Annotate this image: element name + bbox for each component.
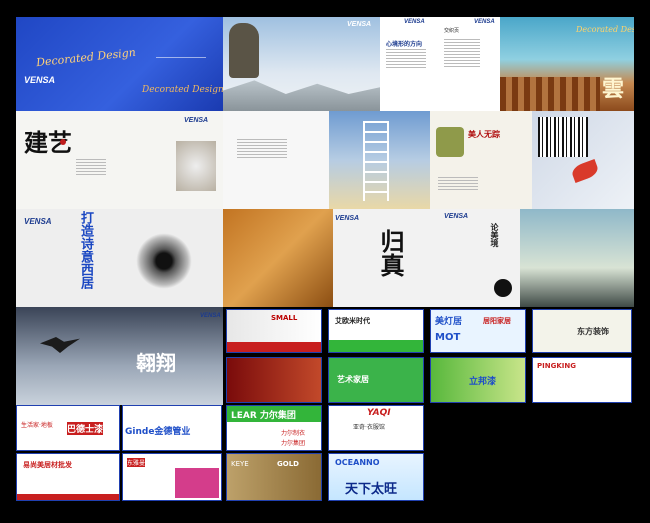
card-title: 东雅曼 <box>127 458 146 467</box>
card-sub: 天下太旺 <box>345 482 398 497</box>
card-title: OCEANNO <box>335 458 380 467</box>
card-tag: 居阳家居 <box>483 317 511 325</box>
card-sub: GOLD <box>277 460 299 468</box>
text-block <box>76 159 106 177</box>
brochure-ladder <box>223 111 430 209</box>
card-aiou: 艾欧米时代 <box>328 309 424 353</box>
brochure-bag: 美人无踪 <box>430 111 532 209</box>
feixiang-calligraphy: 翱翔 <box>136 351 176 375</box>
xinji-title: 心境形的方向 <box>386 41 423 48</box>
brochure-colosseum: Decorated Design 雲 <box>500 17 634 111</box>
deco-script-text: Decorated Design <box>35 45 137 70</box>
brochure-jianyi: 建艺 VENSA <box>16 111 223 209</box>
brochure-page-white: 心境形的方向 交织页 VENSA VENSA <box>380 17 500 111</box>
brand-logo: VENSA <box>24 217 52 226</box>
brand-logo: VENSA <box>444 213 469 220</box>
sand-photo <box>223 209 333 307</box>
text-block <box>237 139 287 159</box>
card-pingking: PINGKING <box>532 357 632 403</box>
card-title: KEYE <box>231 460 249 468</box>
card-brand: 巴德士漆 <box>67 422 104 435</box>
card-title: Ginde金德管业 <box>125 427 191 437</box>
divider <box>156 57 206 58</box>
brand-logo: VENSA <box>335 215 360 222</box>
card-band <box>227 342 321 352</box>
brochure-sand-shoes: VENSA 归真 <box>223 209 430 307</box>
card-ginde: Ginde金德管业 <box>122 405 222 451</box>
bag-photo <box>436 127 464 157</box>
brochure-rock-sky: VENSA <box>223 17 380 111</box>
card-title: 东方装饰 <box>577 327 609 336</box>
card-title: YAQI <box>367 408 391 418</box>
card-title: 易尚美居材批发 <box>23 461 72 469</box>
deco-script-text: Decorated Design <box>576 25 634 34</box>
brand-logo: VENSA <box>24 75 56 85</box>
card-line-b: 力尔集团 <box>281 440 306 447</box>
jingjian-title: 论美境 <box>490 223 500 247</box>
card-green-art: 艺术家居 <box>328 357 424 403</box>
card-line-a: 力尔制衣 <box>281 430 306 437</box>
deco-script-text-2: Decorated Design <box>142 85 223 95</box>
card-yaqi: YAQI 亚奇·衣服馆 <box>328 405 424 451</box>
brand-logo: VENSA <box>200 313 221 319</box>
column-photo <box>176 141 216 191</box>
colosseum-photo <box>500 77 600 111</box>
brand-logo: VENSA <box>404 19 425 25</box>
daqiang-title: 打造诗意西居 <box>78 211 93 289</box>
text-block <box>386 49 426 69</box>
brand-logo-2: VENSA <box>474 19 495 25</box>
fei-calligraphy: 归真 <box>376 229 405 277</box>
card-title: 艾欧米时代 <box>335 317 370 325</box>
card-title: 艺术家居 <box>337 375 369 384</box>
statue-photo <box>520 209 634 307</box>
text-block <box>438 177 478 191</box>
card-band <box>329 340 423 352</box>
card-small: SMALL <box>226 309 322 353</box>
card-title: PINGKING <box>537 362 576 370</box>
calligraphy-text: 雲 <box>602 76 625 102</box>
ink-drop <box>60 139 66 145</box>
text-block <box>444 39 480 69</box>
card-meidengju: 美灯居 MOT 居阳家居 <box>430 309 526 353</box>
card-libang: 立邦漆 <box>430 357 526 403</box>
card-title: 生活家·地板 <box>21 422 53 429</box>
card-title: SMALL <box>271 314 298 322</box>
card-sub: MOT <box>435 332 461 343</box>
jiaozhiye-title: 交织页 <box>444 28 460 34</box>
ladder <box>363 121 389 201</box>
card-dongyaman: 东雅曼 <box>122 453 222 501</box>
card-band <box>17 494 119 500</box>
mountains-photo <box>223 80 380 111</box>
rock-photo <box>229 23 259 78</box>
card-title: 立邦漆 <box>469 377 497 387</box>
brochure-eagle: 翱翔 VENSA <box>16 307 223 405</box>
eagle-photo <box>40 337 80 353</box>
card-title: LEAR 力尔集团 <box>231 411 296 421</box>
brochure-statue: VENSA 论美境 <box>430 209 634 307</box>
card-oceanno: OCEANNO 天下太旺 <box>328 453 424 501</box>
card-badeshi: 生活家·地板 巴德士漆 <box>16 405 120 451</box>
card-title: 美灯居 <box>435 317 463 327</box>
brochure-cover-blue: VENSA Decorated Design Decorated Design <box>16 17 223 111</box>
leaf-graphic <box>570 159 600 183</box>
card-sub: 亚奇·衣服馆 <box>353 424 385 431</box>
card-lear: LEAR 力尔集团 力尔制衣 力尔集团 <box>226 405 322 451</box>
card-dark-interior <box>226 357 322 403</box>
store-photo <box>175 468 219 498</box>
brand-logo: VENSA <box>347 21 372 28</box>
meiren-calligraphy: 美人无踪 <box>468 129 500 139</box>
ink-wash-photo <box>136 233 192 289</box>
ink-splash <box>494 279 512 297</box>
brochure-ink-wash: VENSA 打造诗意西居 <box>16 209 223 307</box>
card-dongfang: 东方装饰 <box>532 309 632 353</box>
brand-logo: VENSA <box>184 117 209 124</box>
brochure-barcode-leaf <box>532 111 634 209</box>
card-yishang: 易尚美居材批发 <box>16 453 120 501</box>
card-keye: KEYE GOLD <box>226 453 322 501</box>
barcode-graphic <box>538 117 588 157</box>
